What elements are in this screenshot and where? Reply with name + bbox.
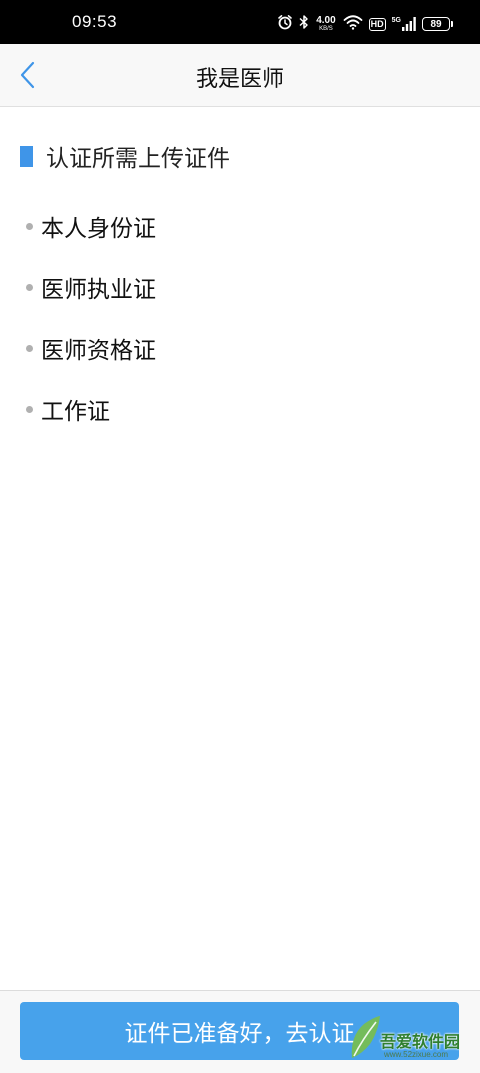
network-speed-unit: KB/S <box>319 25 333 32</box>
wifi-icon <box>343 14 363 35</box>
alarm-icon <box>277 14 293 35</box>
network-speed-value: 4.00 <box>316 14 336 26</box>
document-label: 医师资格证 <box>41 337 156 364</box>
status-icons: 4.00 KB/S HD 5G 89 <box>277 14 453 35</box>
list-item-practice-license: 医师执业证 <box>26 256 156 317</box>
bluetooth-icon <box>299 14 309 35</box>
signal-icon: 5G <box>392 17 416 31</box>
navigation-bar: 我是医师 <box>0 44 480 107</box>
list-item-id-card: 本人身份证 <box>26 195 156 256</box>
section-accent-marker <box>20 145 33 167</box>
document-label: 工作证 <box>41 398 110 425</box>
network-speed: 4.00 KB/S <box>316 14 336 33</box>
status-bar: 09:53 4.00 KB/S HD 5G 89 <box>0 0 480 44</box>
bullet-icon <box>26 345 33 352</box>
section-title: 认证所需上传证件 <box>46 146 230 172</box>
bullet-icon <box>26 406 33 413</box>
bottom-action-bar: 证件已准备好，去认证 <box>0 990 480 1073</box>
bullet-icon <box>26 223 33 230</box>
hd-badge: HD <box>368 17 386 31</box>
go-to-certify-button[interactable]: 证件已准备好，去认证 <box>20 1002 459 1060</box>
battery-level: 89 <box>430 18 442 30</box>
section-header: 认证所需上传证件 <box>20 139 230 173</box>
status-time: 09:53 <box>72 12 118 31</box>
list-item-qualification-certificate: 医师资格证 <box>26 317 156 378</box>
document-label: 本人身份证 <box>41 215 156 242</box>
document-label: 医师执业证 <box>41 276 156 303</box>
battery-icon: 89 <box>422 17 453 31</box>
signal-label: 5G <box>391 17 401 24</box>
list-item-work-permit: 工作证 <box>26 378 156 439</box>
page-title: 我是医师 <box>195 67 284 92</box>
bullet-icon <box>26 284 33 291</box>
required-documents-list: 本人身份证 医师执业证 医师资格证 工作证 <box>26 195 156 439</box>
